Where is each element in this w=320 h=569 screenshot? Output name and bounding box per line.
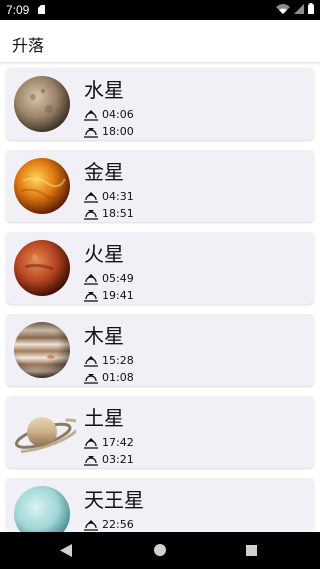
rise-row: 15:28 [84,354,134,367]
rise-row: 22:56 [84,518,134,531]
list-item[interactable]: 金星 04:31 18:51 [6,150,314,222]
signal-icon [294,3,304,14]
sunrise-icon [84,273,98,285]
set-row: 01:08 [84,371,134,384]
planet-name: 土星 [84,406,124,430]
sd-card-icon [38,5,45,14]
list-item[interactable]: 水星 04:06 18:00 [6,68,314,140]
rise-row: 17:42 [84,436,134,449]
list-item[interactable]: 木星 15:28 01:08 [6,314,314,386]
recents-icon[interactable] [246,545,257,556]
app-bar: 升落 [0,20,320,63]
wifi-icon [276,3,290,14]
sunset-icon [84,455,98,466]
planet-name: 木星 [84,324,124,348]
set-time: 19:41 [102,289,134,302]
set-time: 03:21 [102,453,134,466]
rise-time: 04:31 [102,190,134,203]
planet-name: 金星 [84,160,124,184]
sunset-icon [84,127,98,138]
mars-image [14,240,70,296]
page-title: 升落 [12,36,45,55]
sunrise-icon [84,519,98,531]
sunrise-icon [84,355,98,367]
rise-time: 15:28 [102,354,134,367]
set-row: 03:21 [84,453,134,466]
sunset-icon [84,291,98,302]
status-bar: 7:09 [0,0,320,20]
back-icon[interactable] [60,544,72,557]
rise-time: 22:56 [102,518,134,531]
home-icon[interactable] [154,544,166,556]
list-item[interactable]: 土星 17:42 03:21 [6,396,314,468]
rise-time: 05:49 [102,272,134,285]
set-row: 18:00 [84,125,134,138]
planet-list[interactable]: 水星 04:06 18:00 金星 04:31 18:51 火星 05:49 1… [0,63,320,532]
sunrise-icon [84,437,98,449]
rise-time: 04:06 [102,108,134,121]
sunrise-icon [84,191,98,203]
rise-row: 04:31 [84,190,134,203]
sunset-icon [84,373,98,384]
rise-row: 05:49 [84,272,134,285]
battery-icon [308,3,314,14]
planet-name: 天王星 [84,488,144,512]
list-item[interactable]: 火星 05:49 19:41 [6,232,314,304]
rise-time: 17:42 [102,436,134,449]
rise-row: 04:06 [84,108,134,121]
sunrise-icon [84,109,98,121]
saturn-image [14,417,76,453]
venus-image [14,158,70,214]
set-time: 18:51 [102,207,134,220]
status-time: 7:09 [6,3,30,17]
set-row: 18:51 [84,207,134,220]
planet-name: 水星 [84,78,124,102]
mercury-image [14,76,70,132]
jupiter-image [14,322,70,378]
set-row: 19:41 [84,289,134,302]
list-item[interactable]: 天王星 22:56 [6,478,314,532]
set-time: 18:00 [102,125,134,138]
set-time: 01:08 [102,371,134,384]
navigation-bar [0,532,320,569]
uranus-image [14,486,70,532]
planet-name: 火星 [84,242,124,266]
status-icons [276,3,314,14]
sunset-icon [84,209,98,220]
